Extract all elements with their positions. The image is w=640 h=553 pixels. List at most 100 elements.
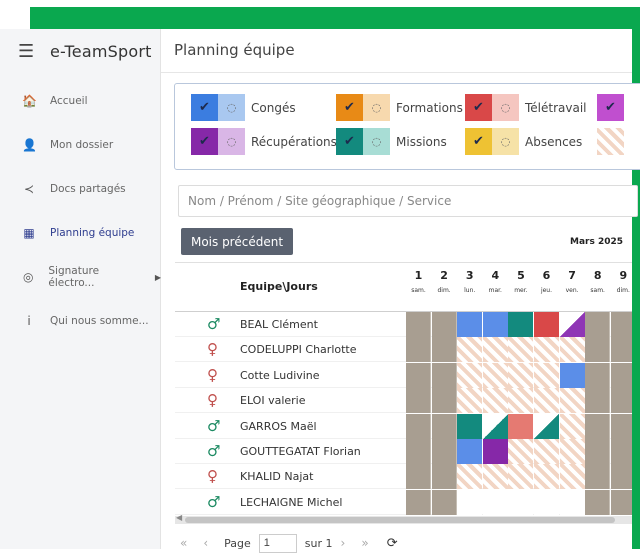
planning-cell-tri-mission[interactable] (534, 413, 559, 439)
legend-partial-swatch[interactable]: ◌ (363, 128, 390, 155)
planning-cell-absence[interactable] (559, 388, 585, 414)
planning-cell-weekend[interactable] (585, 464, 611, 490)
refresh-icon[interactable]: ⟳ (387, 536, 398, 551)
planning-cell-conges[interactable] (482, 312, 508, 337)
planning-cell-absence[interactable] (508, 388, 534, 414)
legend-checked-swatch[interactable]: ✔ (465, 94, 492, 121)
planning-cell-absence[interactable] (508, 464, 534, 490)
planning-cell-absence[interactable] (508, 439, 534, 464)
planning-cell-absence[interactable] (559, 464, 585, 490)
planning-cell-weekend[interactable] (431, 388, 457, 414)
planning-cell-weekend[interactable] (406, 439, 431, 464)
planning-cell-empty[interactable] (482, 489, 508, 515)
planning-cell-absence[interactable] (482, 464, 508, 490)
planning-cell-weekend[interactable] (585, 312, 611, 337)
legend-partial-swatch[interactable]: ◌ (492, 94, 519, 121)
planning-cell-absence[interactable] (457, 388, 483, 414)
legend-partial-swatch[interactable]: ◌ (218, 94, 245, 121)
planning-cell-empty[interactable] (559, 489, 585, 515)
planning-cell-missions[interactable] (508, 312, 534, 337)
planning-cell-weekend[interactable] (406, 388, 431, 414)
legend-checked-swatch[interactable]: ✔ (597, 94, 624, 121)
planning-cell-weekend[interactable] (585, 439, 611, 464)
planning-cell-weekend[interactable] (431, 362, 457, 388)
legend-checked-swatch[interactable]: ✔ (336, 94, 363, 121)
legend-checked-swatch[interactable]: ✔ (465, 128, 492, 155)
planning-cell-absence[interactable] (559, 413, 585, 439)
planning-cell-weekend[interactable] (406, 312, 431, 337)
sidebar-item-share[interactable]: ≺ Docs partagés (0, 167, 161, 211)
planning-cell-conges[interactable] (457, 312, 483, 337)
planning-cell-absence[interactable] (534, 388, 559, 414)
legend-partial-swatch[interactable]: ◌ (218, 128, 245, 155)
planning-cell-weekend[interactable] (431, 312, 457, 337)
planning-cell-weekend[interactable] (585, 413, 611, 439)
planning-cell-empty[interactable] (534, 489, 559, 515)
planning-cell-empty[interactable] (508, 489, 534, 515)
legend-partial-swatch[interactable]: ◌ (492, 128, 519, 155)
planning-cell-weekend[interactable] (610, 413, 632, 439)
scrollbar-thumb[interactable] (185, 517, 615, 523)
hamburger-menu-icon[interactable]: ☰ (18, 41, 36, 62)
legend-partial-swatch[interactable]: ◌ (363, 94, 390, 121)
planning-cell-weekend[interactable] (610, 439, 632, 464)
sidebar-item-info[interactable]: i Qui nous somme... (0, 299, 161, 343)
planning-cell-absence[interactable] (559, 439, 585, 464)
first-page-icon[interactable]: « (180, 536, 187, 550)
legend-checked-swatch[interactable]: ✔ (191, 94, 218, 121)
planning-cell-absence[interactable] (457, 362, 483, 388)
planning-cell-weekend[interactable] (406, 362, 431, 388)
planning-cell-recup[interactable] (482, 439, 508, 464)
planning-cell-weekend[interactable] (406, 413, 431, 439)
planning-cell-absence[interactable] (559, 337, 585, 363)
planning-cell-weekend[interactable] (610, 312, 632, 337)
search-input[interactable] (179, 186, 637, 216)
planning-cell-teletravail-light[interactable] (508, 413, 534, 439)
planning-cell-conges[interactable] (457, 439, 483, 464)
planning-cell-absence[interactable] (482, 388, 508, 414)
sidebar-item-calendar[interactable]: ▦ Planning équipe (0, 211, 161, 255)
planning-cell-absence[interactable] (457, 337, 483, 363)
planning-cell-weekend[interactable] (610, 388, 632, 414)
planning-cell-absence[interactable] (508, 362, 534, 388)
chevron-right-icon[interactable]: ▶ (155, 273, 161, 282)
planning-cell-absence[interactable] (534, 362, 559, 388)
scroll-left-icon[interactable]: ◀ (176, 513, 182, 522)
sidebar-item-user[interactable]: 👤 Mon dossier (0, 123, 161, 167)
planning-cell-absence[interactable] (482, 362, 508, 388)
planning-cell-absence[interactable] (482, 337, 508, 363)
last-page-icon[interactable]: » (361, 536, 368, 550)
planning-cell-weekend[interactable] (431, 464, 457, 490)
planning-cell-tri-mission[interactable] (482, 413, 508, 439)
planning-cell-weekend[interactable] (585, 337, 611, 363)
planning-cell-weekend[interactable] (610, 464, 632, 490)
planning-cell-conges[interactable] (559, 362, 585, 388)
previous-month-button[interactable]: Mois précédent (181, 228, 293, 255)
planning-cell-weekend[interactable] (585, 388, 611, 414)
sidebar-item-home[interactable]: 🏠 Accueil (0, 79, 161, 123)
planning-cell-weekend[interactable] (585, 489, 611, 515)
legend-hatched-swatch[interactable] (597, 128, 624, 155)
planning-cell-weekend[interactable] (406, 464, 431, 490)
planning-cell-missions[interactable] (457, 413, 483, 439)
planning-cell-teletravail[interactable] (534, 312, 559, 337)
planning-cell-absence[interactable] (534, 337, 559, 363)
planning-cell-absence[interactable] (534, 439, 559, 464)
planning-cell-weekend[interactable] (431, 489, 457, 515)
planning-cell-tri-recup[interactable] (559, 312, 585, 337)
search-box[interactable] (178, 185, 638, 217)
horizontal-scrollbar[interactable]: ◀ (175, 513, 632, 524)
legend-checked-swatch[interactable]: ✔ (191, 128, 218, 155)
page-number-input[interactable] (258, 533, 297, 553)
planning-cell-weekend[interactable] (610, 362, 632, 388)
planning-cell-weekend[interactable] (610, 489, 632, 515)
legend-checked-swatch[interactable]: ✔ (336, 128, 363, 155)
planning-cell-weekend[interactable] (431, 439, 457, 464)
sidebar-item-signature[interactable]: ◎ Signature électro... ▶ (0, 255, 161, 299)
planning-cell-weekend[interactable] (431, 337, 457, 363)
planning-cell-weekend[interactable] (610, 337, 632, 363)
planning-cell-absence[interactable] (508, 337, 534, 363)
planning-cell-weekend[interactable] (431, 413, 457, 439)
planning-cell-weekend[interactable] (406, 337, 431, 363)
planning-cell-empty[interactable] (457, 489, 483, 515)
